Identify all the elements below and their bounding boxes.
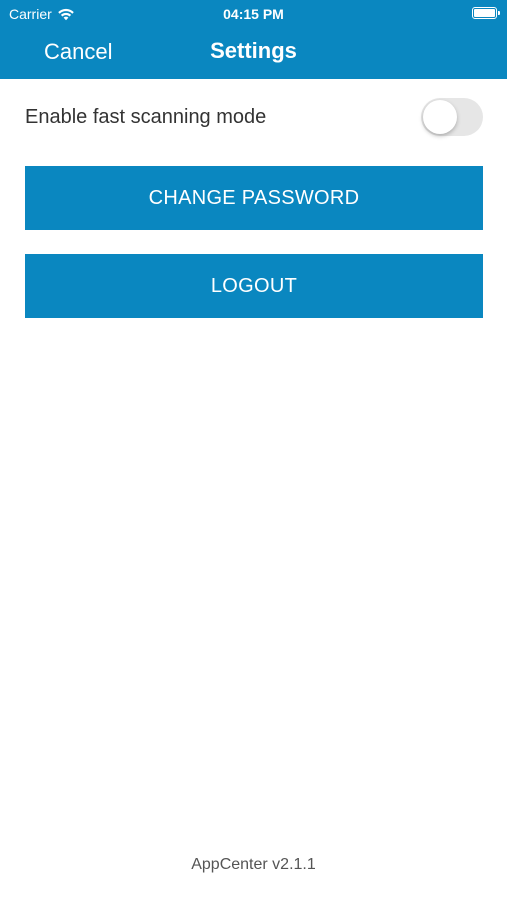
battery-fill bbox=[474, 9, 495, 17]
app-version: AppCenter v2.1.1 bbox=[191, 856, 316, 873]
fast-scanning-label: Enable fast scanning mode bbox=[25, 105, 267, 128]
logout-button[interactable]: LOGOUT bbox=[25, 254, 483, 318]
page-title: Settings bbox=[210, 38, 297, 63]
nav-bar: Cancel Settings bbox=[0, 28, 507, 79]
settings-screen: Carrier 04:15 PM Cancel Settings Enable … bbox=[0, 0, 507, 900]
status-bar: Carrier 04:15 PM bbox=[0, 0, 507, 28]
header: Carrier 04:15 PM Cancel Settings bbox=[0, 0, 507, 79]
fast-scanning-row: Enable fast scanning mode bbox=[25, 97, 483, 137]
status-time: 04:15 PM bbox=[223, 6, 284, 22]
fast-scanning-toggle[interactable] bbox=[421, 98, 483, 136]
toggle-knob bbox=[423, 100, 457, 134]
change-password-button[interactable]: CHANGE PASSWORD bbox=[25, 166, 483, 230]
battery-icon bbox=[472, 7, 500, 19]
